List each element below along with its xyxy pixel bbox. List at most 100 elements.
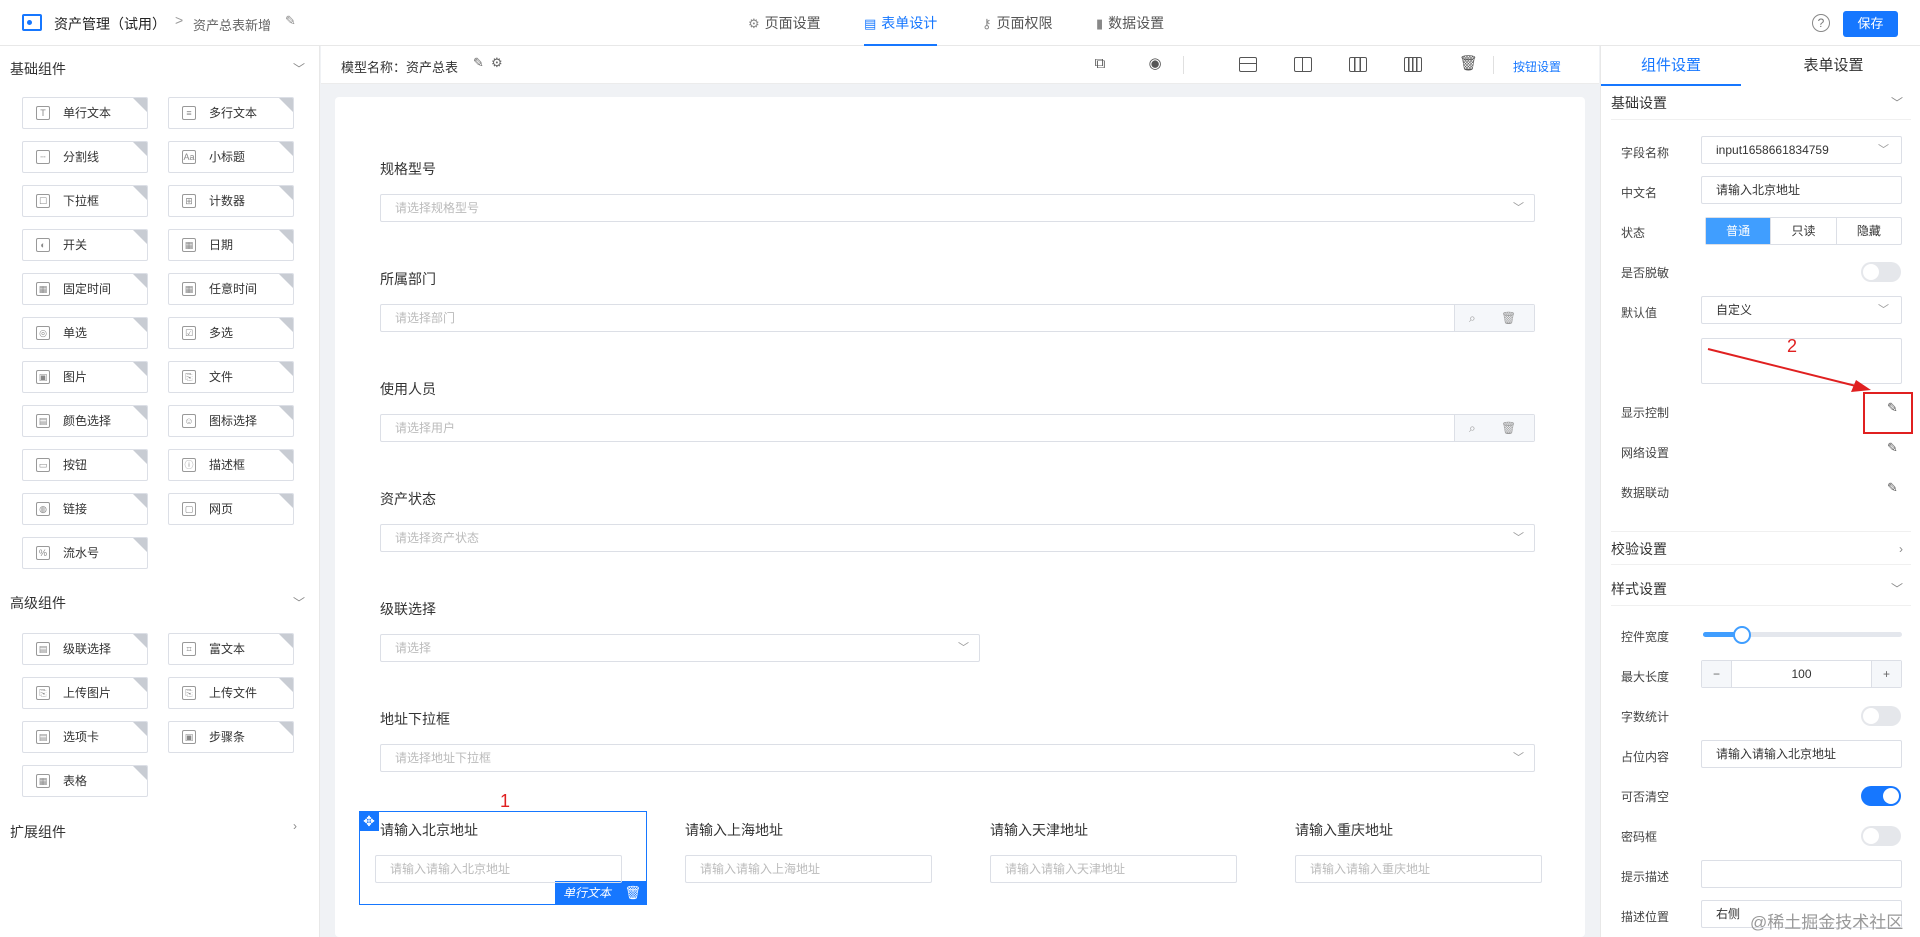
trash-icon[interactable]: 🗑 [624, 881, 641, 905]
clearable-toggle[interactable] [1861, 786, 1901, 806]
group-advanced-title[interactable]: 高级组件 [10, 593, 66, 613]
field-name-select[interactable]: input1658661834759 ﹀ [1701, 136, 1902, 164]
max-length-value[interactable]: 100 [1732, 661, 1871, 687]
address-select[interactable]: 请选择地址下拉框 ﹀ [380, 744, 1535, 772]
tab-form-design[interactable]: ▤ 表单设计 [864, 0, 938, 46]
word-count-toggle[interactable] [1861, 706, 1901, 726]
default-value-select[interactable]: 自定义 ﹀ [1701, 296, 1902, 324]
palette-item[interactable]: ⎘ 上传图片 [22, 677, 148, 709]
palette-item[interactable]: Aa 小标题 [168, 141, 294, 173]
cn-name-input[interactable]: 请输入北京地址 [1701, 176, 1902, 204]
trash-icon[interactable]: 🗑 [1501, 415, 1516, 441]
palette-item[interactable]: ▭ 按钮 [22, 449, 148, 481]
section-validation-settings[interactable]: 校验设置 › [1611, 531, 1911, 565]
button-settings-link[interactable]: 按钮设置 [1513, 58, 1561, 75]
palette-item[interactable]: ▦ 固定时间 [22, 273, 148, 305]
placeholder-input[interactable]: 请输入请输入北京地址 [1701, 740, 1902, 768]
link-icon[interactable]: ⧉ [1091, 56, 1109, 72]
desensitize-toggle[interactable] [1861, 262, 1901, 282]
palette-item[interactable]: ⊞ 计数器 [168, 185, 294, 217]
password-toggle[interactable] [1861, 826, 1901, 846]
tianjin-address-input[interactable]: 请输入请输入天津地址 [990, 855, 1237, 883]
tab-form-settings[interactable]: 表单设置 [1746, 46, 1920, 86]
user-picker[interactable]: 请选择用户 ⌕ 🗑 [380, 414, 1535, 442]
search-icon[interactable]: ⌕ [1469, 415, 1476, 441]
palette-item[interactable]: ◐ 开关 [22, 229, 148, 261]
tab-data-settings[interactable]: ▮ 数据设置 [1096, 0, 1164, 46]
status-readonly-option[interactable]: 只读 [1770, 218, 1835, 244]
palette-item[interactable]: ⎘ 文件 [168, 361, 294, 393]
top-bar: 资产管理（试用） > 资产总表新增 ✎ ⚙ 页面设置 ▤ 表单设计 ⚷ 页面权限 ▮ 数… [0, 0, 1920, 46]
tab-page-settings[interactable]: ⚙ 页面设置 [748, 0, 821, 46]
stepper-plus-button[interactable]: + [1871, 661, 1901, 687]
palette-item[interactable]: T 单行文本 [22, 97, 148, 129]
search-icon[interactable]: ⌕ [1469, 305, 1476, 331]
layout-4-columns-icon[interactable] [1404, 57, 1422, 72]
status-hidden-option[interactable]: 隐藏 [1835, 218, 1901, 244]
help-icon[interactable]: ? [1812, 14, 1830, 32]
group-extended-title[interactable]: 扩展组件 [10, 822, 66, 842]
width-slider-handle[interactable] [1733, 626, 1751, 644]
layout-3-columns-icon[interactable] [1349, 57, 1367, 72]
edit-icon[interactable]: ✎ [1887, 480, 1898, 496]
palette-item[interactable]: ▤ 颜色选择 [22, 405, 148, 437]
hint-input[interactable] [1701, 860, 1902, 888]
palette-item-label: 单选 [63, 326, 88, 340]
palette-item-label: 固定时间 [63, 282, 112, 296]
stepper-minus-button[interactable]: − [1702, 661, 1732, 687]
layout-2-columns-icon[interactable] [1294, 57, 1312, 72]
chongqing-address-input[interactable]: 请输入请输入重庆地址 [1295, 855, 1542, 883]
prop-label: 可否清空 [1621, 790, 1670, 804]
beijing-address-input[interactable]: 请输入请输入北京地址 [375, 855, 622, 883]
palette-item[interactable]: ▦ 表格 [22, 765, 148, 797]
section-basic-settings[interactable]: 基础设置 ﹀ [1611, 86, 1911, 120]
department-picker[interactable]: 请选择部门 ⌕ 🗑 [380, 304, 1535, 332]
palette-item[interactable]: ▣ 图片 [22, 361, 148, 393]
trash-icon[interactable]: 🗑 [1459, 56, 1478, 72]
chevron-right-icon[interactable]: › [293, 819, 297, 833]
palette-item[interactable]: ▣ 步骤条 [168, 721, 294, 753]
component-type-icon: ┄ [36, 150, 50, 164]
preview-eye-icon[interactable]: ◉ [1146, 56, 1164, 72]
asset-status-select[interactable]: 请选择资产状态 ﹀ [380, 524, 1535, 552]
palette-item[interactable]: ⓘ 描述框 [168, 449, 294, 481]
move-icon[interactable]: ✥ [359, 811, 379, 831]
chevron-down-icon: ﹀ [1513, 202, 1524, 214]
palette-item[interactable]: ▢ 网页 [168, 493, 294, 525]
cascade-select[interactable]: 请选择 ﹀ [380, 634, 980, 662]
palette-item[interactable]: ▤ 选项卡 [22, 721, 148, 753]
edit-icon[interactable]: ✎ [1887, 440, 1898, 456]
gear-icon[interactable]: ⚙ [491, 55, 503, 71]
save-button[interactable]: 保存 [1843, 11, 1898, 37]
palette-item[interactable]: ▦ 日期 [168, 229, 294, 261]
spec-model-select[interactable]: 请选择规格型号 ﹀ [380, 194, 1535, 222]
palette-item[interactable]: ▤ 级联选择 [22, 633, 148, 665]
chevron-down-icon[interactable]: ﹀ [293, 594, 305, 611]
tab-page-permissions[interactable]: ⚷ 页面权限 [982, 0, 1053, 46]
palette-item[interactable]: ☑ 多选 [168, 317, 294, 349]
palette-item[interactable]: ⎘ 上传文件 [168, 677, 294, 709]
component-type-icon: ⎘ [182, 370, 196, 384]
palette-item[interactable]: ≡ 多行文本 [168, 97, 294, 129]
palette-item-label: 颜色选择 [63, 414, 112, 428]
layout-row-icon[interactable] [1239, 57, 1257, 72]
component-type-icon: ◍ [36, 502, 50, 516]
palette-item[interactable]: ☐ 下拉框 [22, 185, 148, 217]
palette-item[interactable]: % 流水号 [22, 537, 148, 569]
palette-item[interactable]: ▦ 任意时间 [168, 273, 294, 305]
chevron-down-icon[interactable]: ﹀ [293, 60, 305, 77]
palette-item[interactable]: ⌗ 富文本 [168, 633, 294, 665]
palette-item[interactable]: ☺ 图标选择 [168, 405, 294, 437]
status-normal-option[interactable]: 普通 [1706, 218, 1771, 244]
edit-model-icon[interactable]: ✎ [473, 55, 484, 71]
group-basic-title[interactable]: 基础组件 [10, 59, 66, 79]
shanghai-address-input[interactable]: 请输入请输入上海地址 [685, 855, 932, 883]
palette-item[interactable]: ◎ 单选 [22, 317, 148, 349]
palette-item[interactable]: ┄ 分割线 [22, 141, 148, 173]
width-slider-fill [1703, 632, 1737, 637]
trash-icon[interactable]: 🗑 [1501, 305, 1516, 331]
edit-name-icon[interactable]: ✎ [285, 13, 296, 29]
palette-item[interactable]: ◍ 链接 [22, 493, 148, 525]
tab-component-settings[interactable]: 组件设置 [1601, 46, 1741, 86]
section-style-settings[interactable]: 样式设置 ﹀ [1611, 572, 1911, 606]
